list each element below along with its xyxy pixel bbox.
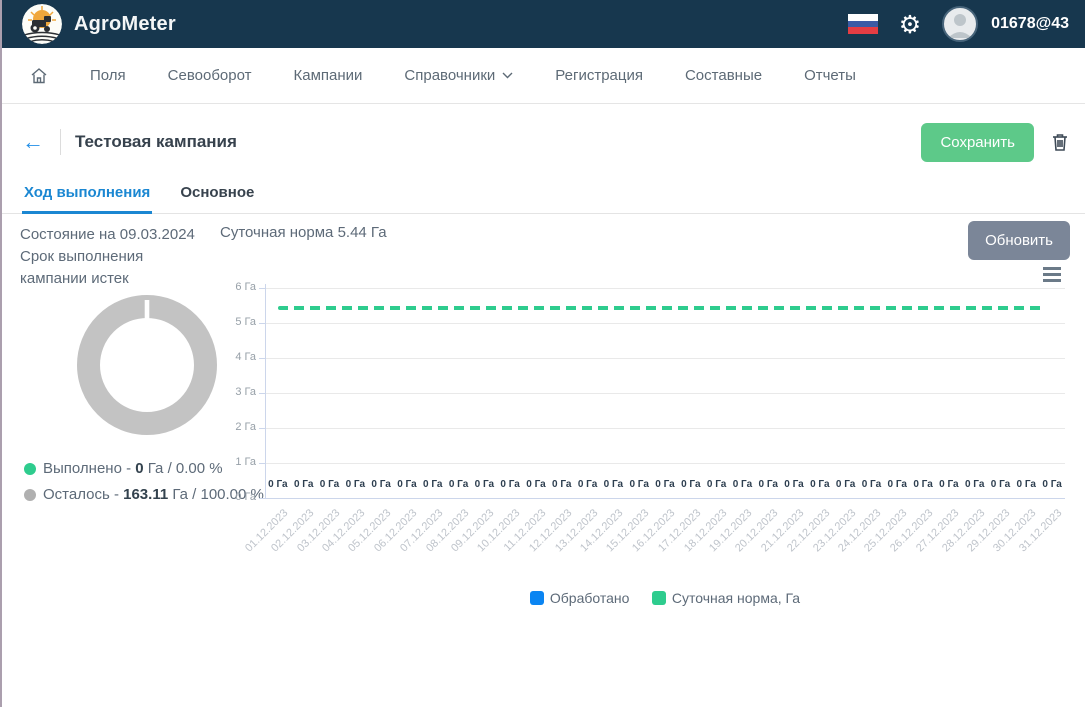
bar-data-label: 0 Га [394, 479, 420, 490]
y-axis-line [265, 284, 266, 498]
bar-data-label: 0 Га [1039, 479, 1065, 490]
bar-data-label: 0 Га [1013, 479, 1039, 490]
bar-data-label: 0 Га [626, 479, 652, 490]
bar-data-label: 0 Га [730, 479, 756, 490]
bar-data-label: 0 Га [859, 479, 885, 490]
bar-data-label: 0 Га [317, 479, 343, 490]
y-axis-label: 2 Га [212, 421, 256, 433]
grid-line [265, 428, 1065, 429]
divider [60, 129, 61, 155]
save-button[interactable]: Сохранить [921, 123, 1034, 162]
grid-line [265, 323, 1065, 324]
bar-data-label: 0 Га [446, 479, 472, 490]
bar-data-label: 0 Га [884, 479, 910, 490]
bar-data-label: 0 Га [368, 479, 394, 490]
grid-line [265, 393, 1065, 394]
avatar[interactable] [942, 6, 978, 42]
y-axis-label: 5 Га [212, 316, 256, 328]
nav-item-home[interactable] [30, 67, 48, 85]
bar-data-label: 0 Га [471, 479, 497, 490]
nav-item-reports[interactable]: Отчеты [804, 67, 856, 84]
y-axis-label: 6 Га [212, 281, 256, 293]
bar-data-label: 0 Га [833, 479, 859, 490]
legend-swatch-blue [530, 591, 544, 605]
chevron-down-icon [502, 72, 513, 79]
progress-dashboard: Состояние на 09.03.2024 Срок выполнения … [2, 214, 1085, 614]
y-axis-label: 4 Га [212, 351, 256, 363]
tab-main[interactable]: Основное [178, 180, 256, 214]
legend-item-processed[interactable]: Обработано [530, 590, 630, 606]
bar-chart-legend: Обработано Суточная норма, Га [265, 590, 1065, 610]
language-flag-icon[interactable] [848, 14, 878, 34]
bar-data-label: 0 Га [549, 479, 575, 490]
back-button[interactable]: ← [22, 131, 44, 153]
grid-line [265, 288, 1065, 289]
app-name: AgroMeter [74, 13, 176, 36]
nav-item-composite[interactable]: Составные [685, 67, 762, 84]
bar-data-label: 0 Га [781, 479, 807, 490]
page-header: ← Тестовая кампания Сохранить [2, 104, 1085, 180]
bar-data-label: 0 Га [936, 479, 962, 490]
user-id[interactable]: 01678@43 [991, 15, 1075, 33]
legend-item-daily-rate[interactable]: Суточная норма, Га [652, 590, 800, 606]
bar-data-label: 0 Га [575, 479, 601, 490]
bar-data-label: 0 Га [291, 479, 317, 490]
delete-button[interactable] [1052, 133, 1068, 151]
bar-data-label: 0 Га [755, 479, 781, 490]
nav-item-crop-rotation[interactable]: Севооборот [168, 67, 252, 84]
grid-line [265, 358, 1065, 359]
bar-data-label: 0 Га [265, 479, 291, 490]
legend-swatch-green [652, 591, 666, 605]
nav-item-fields[interactable]: Поля [90, 67, 126, 84]
bar-data-label: 0 Га [600, 479, 626, 490]
nav-item-registration[interactable]: Регистрация [555, 67, 643, 84]
bar-data-label: 0 Га [807, 479, 833, 490]
top-header: AgroMeter ⚙ 01678@43 [2, 0, 1085, 48]
bar-data-label: 0 Га [704, 479, 730, 490]
bar-data-label: 0 Га [652, 479, 678, 490]
bar-data-label: 0 Га [523, 479, 549, 490]
app-window: AgroMeter ⚙ 01678@43 Поля Севооборот Кам… [0, 0, 1085, 707]
nav-item-campaigns[interactable]: Кампании [294, 67, 363, 84]
settings-gear-icon[interactable]: ⚙ [899, 12, 921, 37]
bar-data-label: 0 Га [420, 479, 446, 490]
bar-data-label: 0 Га [910, 479, 936, 490]
y-axis-label: 0 Га [212, 491, 256, 503]
bar-data-label: 0 Га [962, 479, 988, 490]
app-logo-icon [22, 4, 62, 44]
tab-bar: Ход выполнения Основное [2, 180, 1085, 214]
grid-line [265, 463, 1065, 464]
nav-item-directories[interactable]: Справочники [404, 67, 513, 84]
bar-data-label: 0 Га [342, 479, 368, 490]
trash-icon [1052, 133, 1068, 151]
tab-progress[interactable]: Ход выполнения [22, 180, 152, 214]
bar-chart-plot: 0 Га1 Га2 Га3 Га4 Га5 Га6 Га0 Га01.12.20… [2, 214, 1085, 614]
bar-data-label: 0 Га [678, 479, 704, 490]
daily-rate-dashed-line [278, 306, 1046, 310]
home-icon [30, 67, 48, 85]
bar-data-label: 0 Га [497, 479, 523, 490]
main-nav: Поля Севооборот Кампании Справочники Рег… [2, 48, 1085, 104]
x-axis-line [265, 498, 1065, 499]
bar-data-label: 0 Га [988, 479, 1014, 490]
page-title: Тестовая кампания [75, 132, 237, 152]
y-axis-label: 3 Га [212, 386, 256, 398]
y-axis-label: 1 Га [212, 456, 256, 468]
